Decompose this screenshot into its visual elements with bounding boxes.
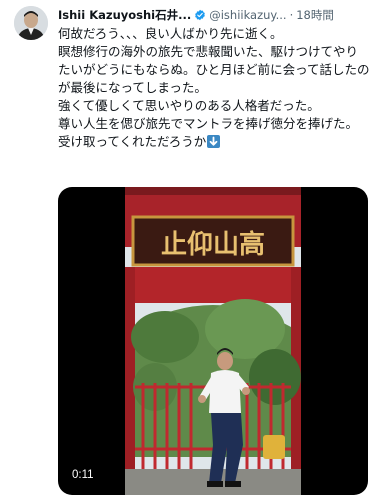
video-player[interactable]: 止仰山高 0:11 — [58, 187, 368, 495]
tweet-line-2: 瞑想修行の海外の旅先で悲報聞いた、駆けつけてやりたいがどうにもならぬ。ひと月ほど… — [58, 44, 370, 95]
tweet-line-4: 尊い人生を偲び旅先でマントラを捧げ徳分を捧げた。 — [58, 116, 359, 131]
avatar-image — [14, 6, 48, 40]
timestamp[interactable]: 18時間 — [296, 7, 334, 23]
tweet-line-3: 強くて優しくて思いやりのある人格者だった。 — [58, 98, 320, 113]
tweet-header: Ishii Kazuyoshi石井... @ishiikazuy... · 18… — [58, 6, 372, 24]
avatar[interactable] — [14, 6, 48, 40]
handle[interactable]: @ishiikazuy... — [209, 8, 286, 22]
video-frame: 止仰山高 — [125, 187, 301, 495]
verified-badge-icon — [194, 9, 206, 21]
tweet-line-5-text: 受け取ってくれただろうか — [58, 134, 207, 149]
display-name[interactable]: Ishii Kazuyoshi石井... — [58, 7, 191, 23]
tweet-line-1: 何故だろう、、、良い人ばかり先に逝く。 — [58, 26, 283, 41]
down-arrow-emoji-icon — [207, 135, 221, 148]
video-duration: 0:11 — [72, 469, 94, 481]
gate-sign-text: 止仰山高 — [161, 229, 265, 260]
header-separator: · — [289, 8, 294, 22]
tweet-text: 何故だろう、、、良い人ばかり先に逝く。 瞑想修行の海外の旅先で悲報聞いた、駆けつ… — [58, 25, 370, 151]
tweet-line-5: 受け取ってくれただろうか — [58, 133, 370, 151]
tweet[interactable]: Ishii Kazuyoshi石井... @ishiikazuy... · 18… — [0, 0, 376, 502]
